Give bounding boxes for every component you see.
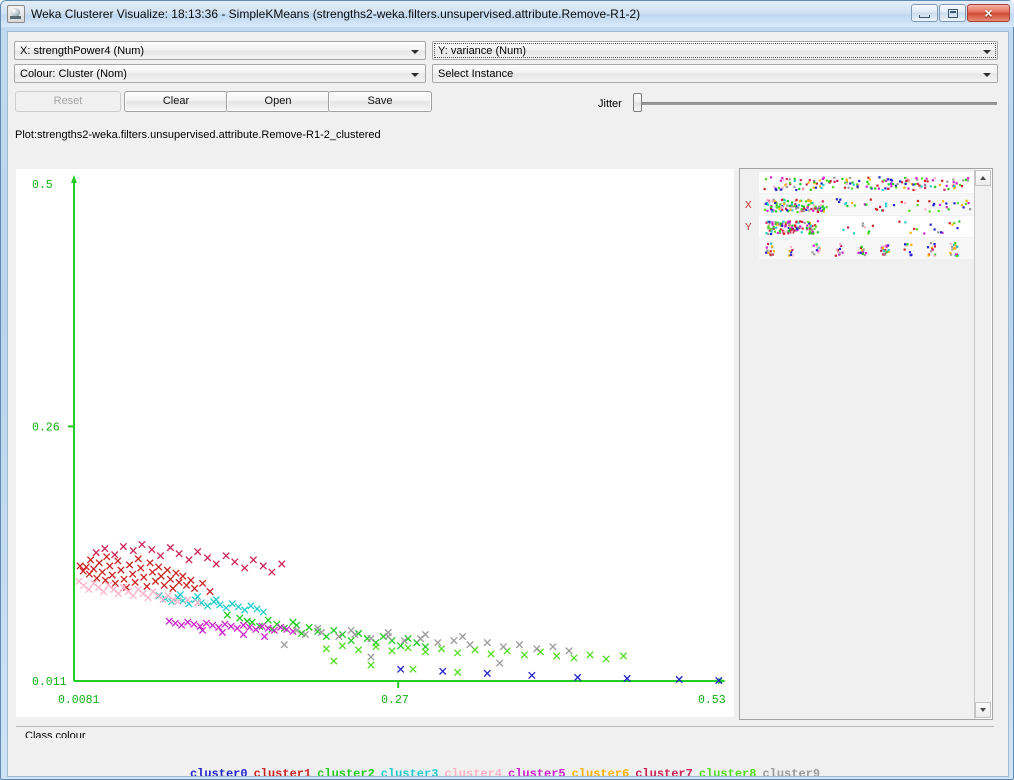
legend-item-cluster6[interactable]: cluster6 [572, 767, 630, 776]
legend-item-cluster5[interactable]: cluster5 [508, 767, 566, 776]
jitter-slider-thumb[interactable] [633, 93, 642, 112]
window-controls: × [911, 4, 1010, 22]
legend-item-cluster0[interactable]: cluster0 [190, 767, 248, 776]
mini-plot-svg-3 [765, 242, 960, 258]
class-colour-divider [16, 726, 994, 727]
mini-plot-y-tag: Y [745, 222, 752, 233]
colour-combo[interactable]: Colour: Cluster (Nom) [14, 64, 426, 83]
chevron-down-icon [411, 50, 419, 54]
open-button[interactable]: Open [226, 91, 330, 112]
scatter-plot-svg: 0.5 0.26 0.011 0.0081 0.27 0.53 [16, 169, 734, 717]
instance-combo-label: Select Instance [438, 67, 514, 80]
attribute-panel-scrollbar[interactable] [974, 170, 991, 718]
colour-combo-label: Colour: Cluster (Nom) [20, 67, 127, 80]
attribute-mini-plot-panel[interactable]: X Y [739, 168, 993, 720]
svg-text:0.27: 0.27 [381, 694, 409, 707]
weka-app-icon [7, 5, 25, 23]
chevron-down-icon [983, 73, 991, 77]
scroll-down-icon [980, 708, 986, 712]
close-icon: × [984, 5, 993, 21]
legend-item-cluster4[interactable]: cluster4 [444, 767, 502, 776]
instance-combo[interactable]: Select Instance [432, 64, 998, 83]
svg-text:0.53: 0.53 [698, 694, 726, 707]
minimize-icon [919, 15, 930, 18]
mini-plot-svg-2 [765, 220, 961, 236]
reset-button[interactable]: Reset [15, 91, 121, 112]
title-bar[interactable]: Weka Clusterer Visualize: 18:13:36 - Sim… [1, 1, 1014, 27]
x-axis-combo-label: X: strengthPower4 (Num) [20, 44, 145, 57]
maximize-icon [948, 9, 958, 18]
scroll-down-button[interactable] [975, 702, 991, 718]
svg-text:0.011: 0.011 [32, 676, 67, 689]
save-button[interactable]: Save [328, 91, 432, 112]
legend-item-cluster7[interactable]: cluster7 [635, 767, 693, 776]
x-axis-combo[interactable]: X: strengthPower4 (Num) [14, 41, 426, 60]
clear-button[interactable]: Clear [124, 91, 228, 112]
svg-text:0.0081: 0.0081 [58, 694, 100, 707]
class-colour-legend-panel: cluster0 cluster1 cluster2 cluster3 cluster4… [16, 738, 994, 776]
mini-plot-svg-0 [763, 176, 970, 192]
app-window: Weka Clusterer Visualize: 18:13:36 - Sim… [0, 0, 1014, 780]
attribute-mini-plot-list: X Y [740, 169, 976, 719]
y-axis-combo[interactable]: Y: variance (Num) [432, 41, 998, 60]
mini-plot-row[interactable] [759, 194, 975, 215]
legend-item-cluster2[interactable]: cluster2 [317, 767, 375, 776]
legend-item-cluster1[interactable]: cluster1 [254, 767, 312, 776]
chevron-down-icon [411, 73, 419, 77]
chevron-down-icon [983, 50, 991, 54]
svg-text:0.26: 0.26 [32, 421, 60, 434]
jitter-slider-track[interactable] [635, 102, 997, 105]
mini-plot-row[interactable] [759, 172, 975, 193]
svg-text:0.5: 0.5 [32, 179, 53, 192]
mini-plot-x-tag: X [745, 200, 752, 211]
scroll-up-icon [980, 176, 986, 180]
scroll-up-button[interactable] [975, 170, 991, 186]
jitter-label: Jitter [598, 98, 622, 110]
mini-plot-row[interactable] [759, 238, 975, 259]
mini-plot-row[interactable] [759, 216, 975, 237]
legend-item-cluster8[interactable]: cluster8 [699, 767, 757, 776]
cluster-legend: cluster0 cluster1 cluster2 cluster3 cluster4… [16, 767, 994, 776]
legend-item-cluster9[interactable]: cluster9 [762, 767, 820, 776]
client-area: X: strengthPower4 (Num) Y: variance (Num… [7, 31, 1009, 777]
plot-title: Plot:strengths2-weka.filters.unsupervise… [15, 129, 381, 141]
window-title: Weka Clusterer Visualize: 18:13:36 - Sim… [31, 7, 641, 21]
y-axis-combo-label: Y: variance (Num) [438, 44, 527, 57]
mini-plot-svg-1 [763, 198, 972, 214]
maximize-button[interactable] [939, 4, 966, 22]
scatter-plot-panel[interactable]: 0.5 0.26 0.011 0.0081 0.27 0.53 [16, 169, 734, 717]
minimize-button[interactable] [911, 4, 938, 22]
legend-item-cluster3[interactable]: cluster3 [381, 767, 439, 776]
close-button[interactable]: × [967, 4, 1010, 22]
